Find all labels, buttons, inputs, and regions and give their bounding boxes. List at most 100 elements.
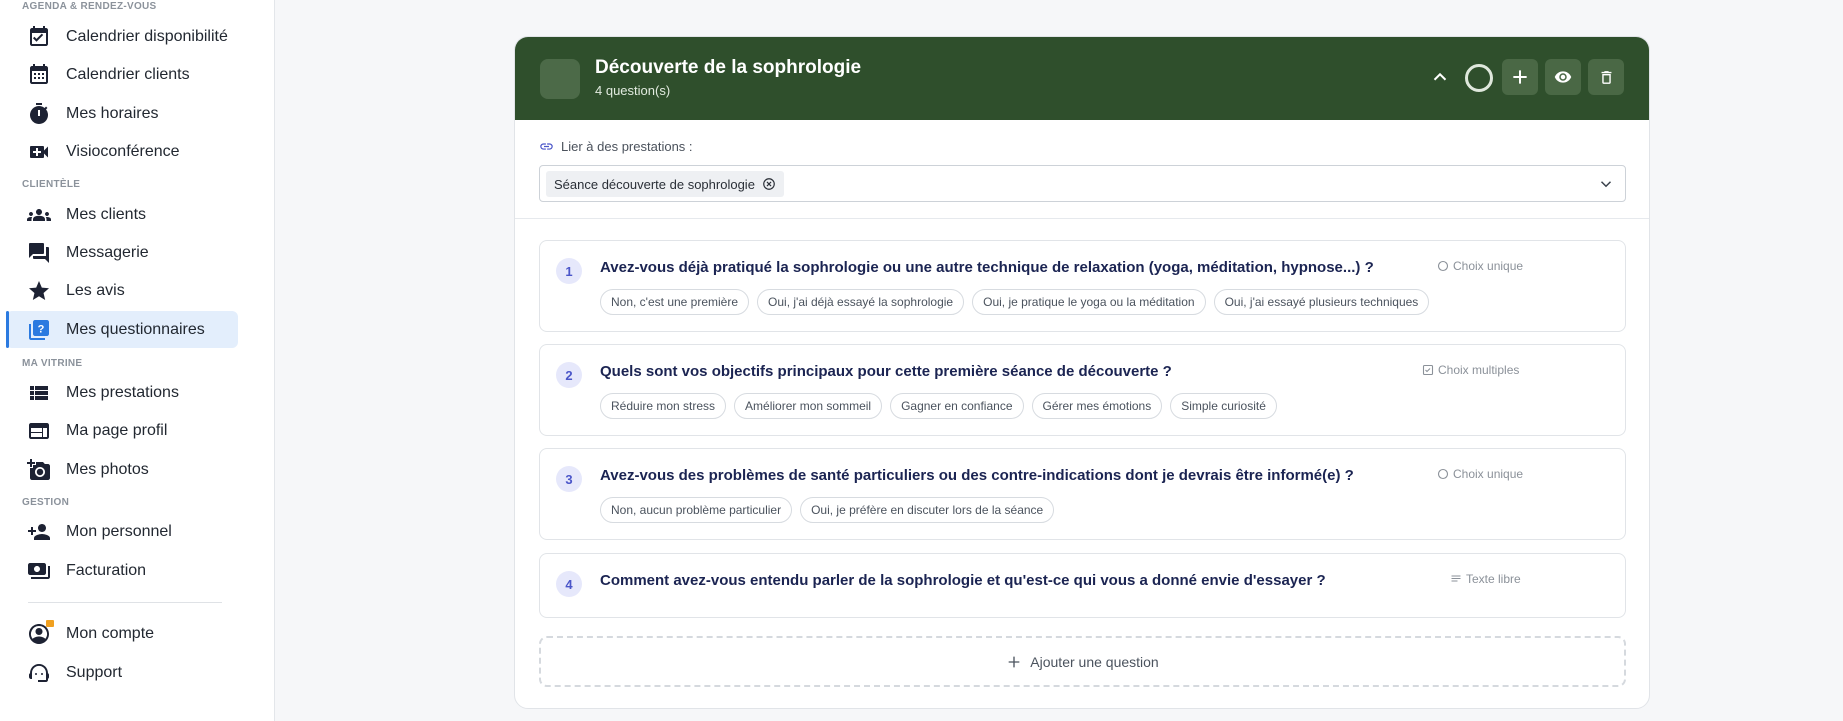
sidebar-item-label: Ma page profil: [66, 422, 168, 439]
question-type-label: Choix unique: [1453, 259, 1524, 273]
add-question-button[interactable]: Ajouter une question: [539, 636, 1626, 687]
questionnaire-thumbnail: [540, 59, 580, 99]
question-type: Choix unique: [1437, 259, 1523, 273]
option-chip: Non, c'est une première: [600, 289, 750, 315]
eye-icon: [1554, 71, 1572, 83]
sidebar-item-label: Visioconférence: [66, 143, 180, 160]
delete-button[interactable]: [1588, 59, 1624, 95]
question-options: Non, aucun problème particulier Oui, je …: [600, 497, 1055, 523]
person-add-icon: [28, 524, 50, 540]
sidebar-item-mes-prestations[interactable]: Mes prestations: [6, 374, 238, 411]
sidebar-item-mon-compte[interactable]: Mon compte: [6, 615, 238, 652]
option-chip: Réduire mon stress: [600, 393, 727, 419]
question-type-label: Choix unique: [1453, 467, 1524, 481]
question-number: 4: [556, 571, 582, 597]
question-text: Avez-vous des problèmes de santé particu…: [600, 467, 1354, 484]
option-chip: Améliorer mon sommeil: [734, 393, 883, 419]
video-plus-icon: [30, 146, 48, 158]
people-icon: [27, 209, 51, 221]
sidebar-item-label: Les avis: [66, 282, 125, 299]
radio-icon: [1437, 260, 1449, 272]
chevron-down-icon[interactable]: [1597, 175, 1615, 193]
preview-button[interactable]: [1545, 59, 1581, 95]
status-toggle[interactable]: [1465, 64, 1493, 92]
list-icon: [30, 386, 48, 400]
sidebar: AGENDA & RENDEZ-VOUS Calendrier disponib…: [0, 0, 275, 721]
sidebar-item-label: Mes clients: [66, 206, 147, 223]
option-chip: Non, aucun problème particulier: [600, 497, 793, 523]
money-icon: [28, 563, 50, 579]
question-book-icon: ?: [29, 320, 49, 340]
question-type: Choix unique: [1437, 467, 1523, 481]
link-services-label: Lier à des prestations :: [561, 139, 693, 154]
camera-plus-icon: [27, 459, 50, 480]
remove-chip-icon[interactable]: [762, 177, 776, 191]
sidebar-item-visioconference[interactable]: Visioconférence: [6, 133, 238, 170]
sidebar-item-mes-clients[interactable]: Mes clients: [6, 196, 238, 233]
sidebar-item-label: Mes prestations: [66, 384, 179, 401]
calendar-check-icon: [30, 26, 48, 46]
section-divider: [515, 218, 1649, 219]
section-title-vitrine: MA VITRINE: [22, 358, 83, 369]
link-services-label-row: Lier à des prestations :: [539, 139, 693, 154]
option-chip: Simple curiosité: [1170, 393, 1277, 419]
trash-icon: [1601, 70, 1611, 84]
text-lines-icon: [1451, 575, 1461, 582]
add-button[interactable]: [1502, 59, 1538, 95]
sidebar-item-label: Mon personnel: [66, 523, 172, 540]
sidebar-item-mes-photos[interactable]: Mes photos: [6, 451, 238, 488]
svg-text:?: ?: [38, 324, 45, 336]
collapse-chevron-icon[interactable]: [1429, 66, 1451, 88]
option-chip: Oui, je pratique le yoga ou la méditatio…: [972, 289, 1206, 315]
section-title-clientele: CLIENTÈLE: [22, 179, 81, 190]
sidebar-item-les-avis[interactable]: Les avis: [6, 272, 238, 309]
sidebar-item-support[interactable]: Support: [6, 654, 238, 691]
calendar-icon: [30, 64, 48, 84]
sidebar-item-facturation[interactable]: Facturation: [6, 552, 238, 589]
sidebar-item-label: Calendrier disponibilité: [66, 28, 228, 45]
question-number: 1: [556, 258, 582, 284]
sidebar-item-ma-page-profil[interactable]: Ma page profil: [6, 412, 238, 449]
sidebar-item-mon-personnel[interactable]: Mon personnel: [6, 513, 238, 550]
account-circle-icon: [29, 620, 54, 644]
option-chip: Gagner en confiance: [890, 393, 1024, 419]
question-type: Texte libre: [1450, 572, 1521, 586]
question-card[interactable]: 4 Comment avez-vous entendu parler de la…: [539, 553, 1626, 618]
sidebar-item-label: Mes photos: [66, 461, 149, 478]
question-number: 3: [556, 466, 582, 492]
question-options: Réduire mon stress Améliorer mon sommeil…: [600, 393, 1277, 419]
questionnaire-header: Découverte de la sophrologie 4 question(…: [515, 37, 1649, 120]
question-number: 2: [556, 362, 582, 388]
radio-icon: [1437, 468, 1449, 480]
app: AGENDA & RENDEZ-VOUS Calendrier disponib…: [0, 0, 1843, 721]
question-card[interactable]: 3 Avez-vous des problèmes de santé parti…: [539, 448, 1626, 540]
add-question-label: Ajouter une question: [1030, 653, 1159, 670]
option-chip: Oui, j'ai déjà essayé la sophrologie: [757, 289, 965, 315]
stopwatch-icon: [30, 103, 49, 125]
sidebar-item-label: Mes questionnaires: [66, 321, 205, 338]
question-card[interactable]: 1 Avez-vous déjà pratiqué la sophrologie…: [539, 240, 1626, 332]
service-chip: Séance découverte de sophrologie: [546, 171, 784, 197]
question-text: Quels sont vos objectifs principaux pour…: [600, 363, 1172, 380]
plus-icon: [1008, 656, 1020, 667]
headset-icon: [29, 664, 49, 682]
option-chip: Oui, je préfère en discuter lors de la s…: [800, 497, 1055, 523]
sidebar-item-calendrier-clients[interactable]: Calendrier clients: [6, 56, 238, 93]
option-chip: Gérer mes émotions: [1031, 393, 1163, 419]
question-type: Choix multiples: [1422, 363, 1519, 377]
sidebar-item-label: Facturation: [66, 562, 147, 579]
sidebar-item-mes-horaires[interactable]: Mes horaires: [6, 95, 238, 132]
question-card[interactable]: 2 Quels sont vos objectifs principaux po…: [539, 344, 1626, 436]
sidebar-item-label: Mon compte: [66, 625, 155, 642]
chat-icon: [29, 243, 49, 263]
question-type-label: Texte libre: [1466, 572, 1521, 586]
star-icon: [29, 281, 49, 300]
services-select[interactable]: Séance découverte de sophrologie: [539, 165, 1626, 202]
sidebar-item-label: Calendrier clients: [66, 66, 190, 83]
sidebar-item-messagerie[interactable]: Messagerie: [6, 234, 238, 271]
questionnaire-title: Découverte de la sophrologie: [595, 57, 862, 78]
sidebar-item-mes-questionnaires[interactable]: ? Mes questionnaires: [6, 311, 238, 348]
option-chip: Oui, j'ai essayé plusieurs techniques: [1213, 289, 1430, 315]
sidebar-item-calendrier-disponibilite[interactable]: Calendrier disponibilité: [6, 18, 238, 55]
section-title-gestion: GESTION: [22, 497, 70, 508]
